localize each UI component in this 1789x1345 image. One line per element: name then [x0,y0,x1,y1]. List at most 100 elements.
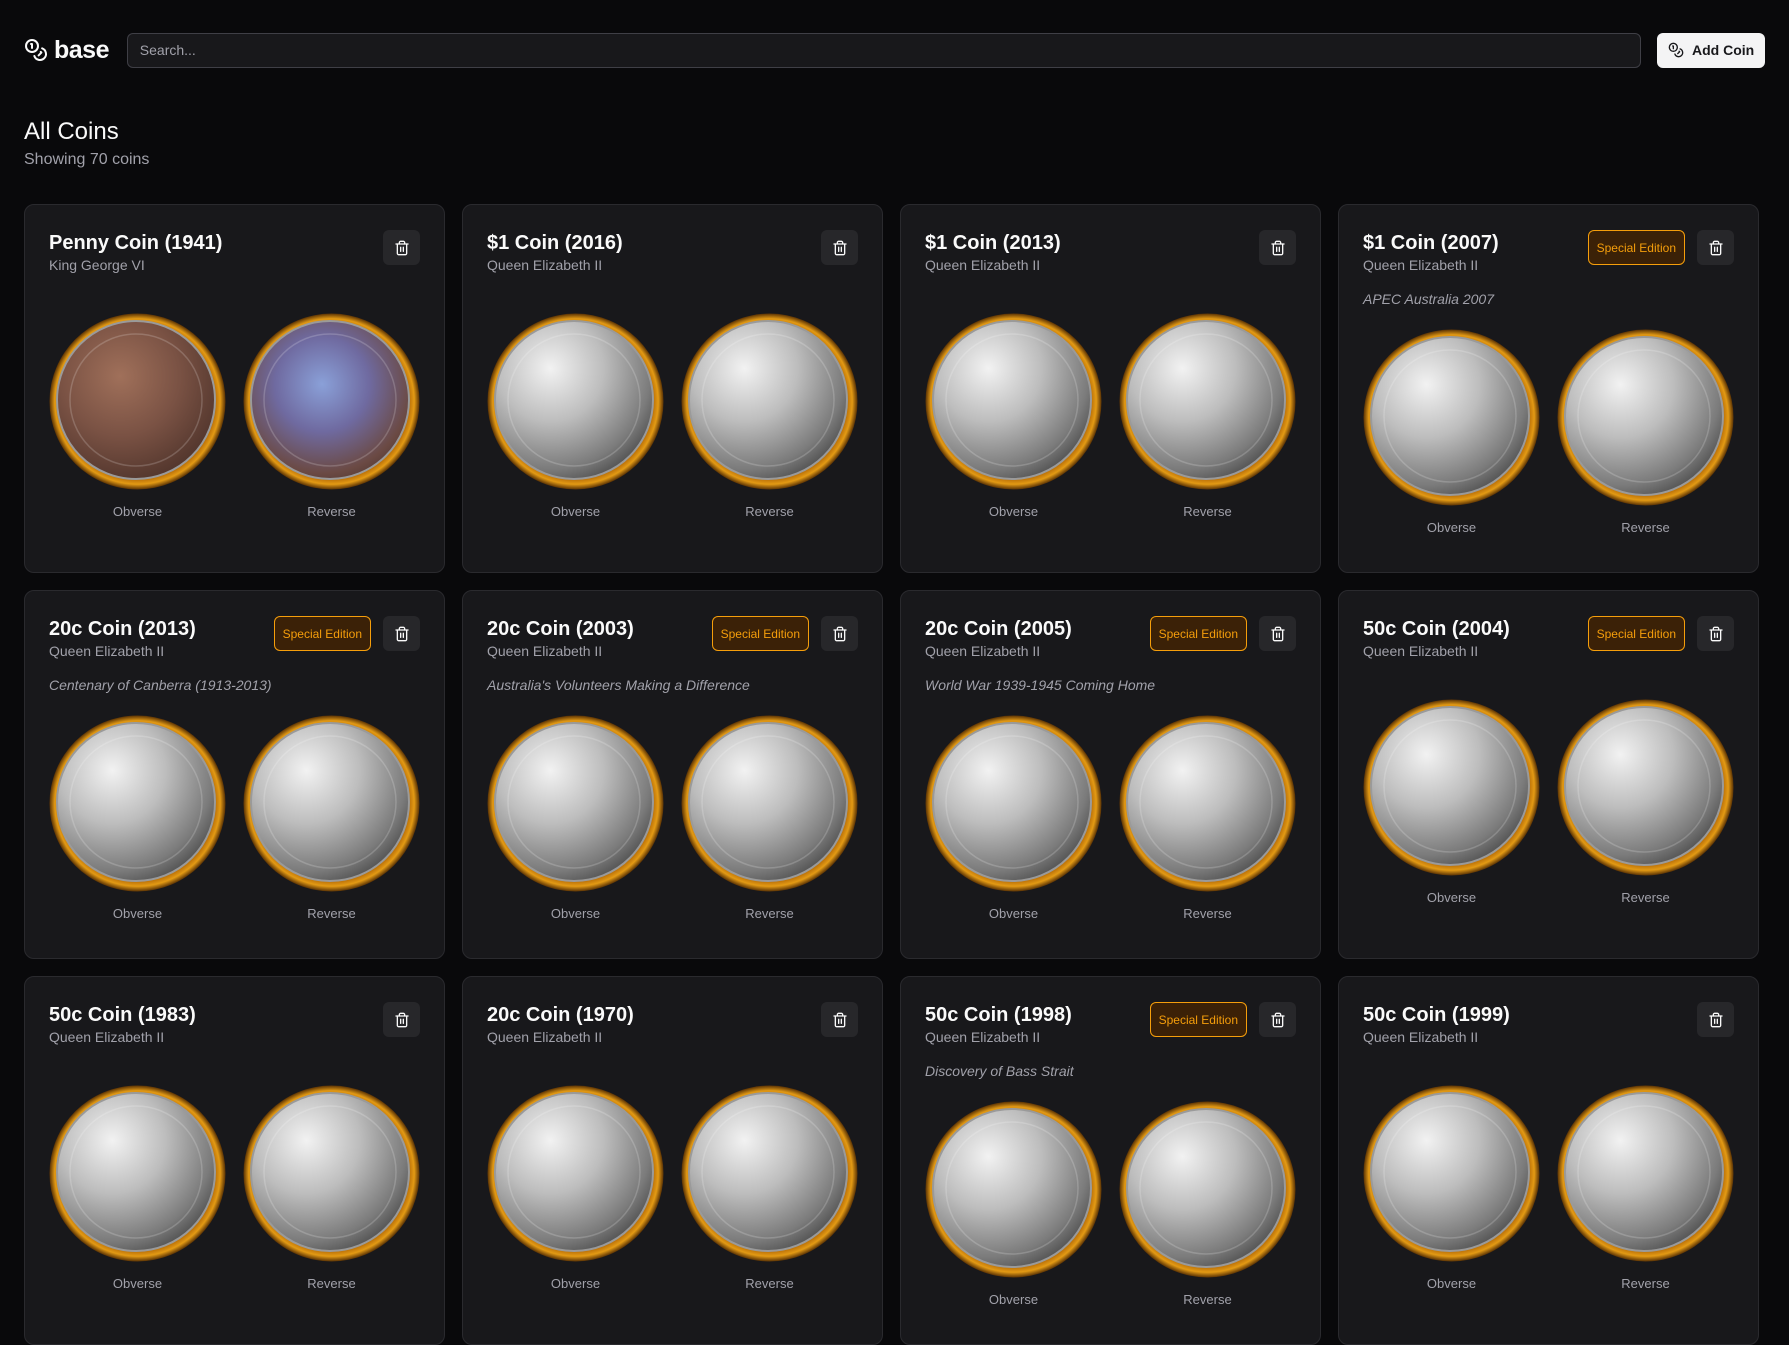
logo-text: base [54,35,109,64]
delete-button[interactable] [1697,1002,1734,1037]
obverse-image[interactable] [925,1101,1102,1278]
obverse-label: Obverse [1426,1276,1477,1291]
special-edition-badge: Special Edition [1149,1002,1247,1037]
reverse-column: Reverse [1557,329,1734,535]
trash-icon [832,626,847,641]
coin-title: Penny Coin (1941) [49,232,223,254]
trash-icon [1708,626,1723,641]
coin-card[interactable]: 50c Coin (1983) Queen Elizabeth II Obver… [24,976,445,1345]
coin-card[interactable]: Penny Coin (1941) King George VI Obverse… [24,204,445,573]
delete-button[interactable] [821,616,858,651]
reverse-column: Reverse [681,313,858,519]
obverse-image[interactable] [1363,329,1540,506]
coin-card[interactable]: 20c Coin (2005) Queen Elizabeth II Speci… [900,590,1321,959]
reverse-image[interactable] [1557,699,1734,876]
trash-icon [1270,626,1285,641]
obverse-label: Obverse [550,504,601,519]
coin-card[interactable]: 50c Coin (2004) Queen Elizabeth II Speci… [1338,590,1759,959]
coin-note: World War 1939-1945 Coming Home [925,677,1156,693]
reverse-image[interactable] [681,313,858,490]
trash-icon [1708,1012,1723,1027]
delete-button[interactable] [1259,230,1296,265]
delete-button[interactable] [1697,616,1734,651]
coin-card[interactable]: 20c Coin (1970) Queen Elizabeth II Obver… [462,976,883,1345]
reverse-image[interactable] [681,715,858,892]
delete-button[interactable] [1697,230,1734,265]
reverse-image[interactable] [243,1085,420,1262]
coin-monarch: Queen Elizabeth II [487,257,603,273]
page-title: All Coins [24,118,119,145]
trash-icon [394,1012,409,1027]
reverse-image[interactable] [1557,329,1734,506]
obverse-image[interactable] [49,715,226,892]
logo[interactable]: base [24,36,117,65]
obverse-column: Obverse [487,715,664,921]
reverse-image[interactable] [1119,313,1296,490]
delete-button[interactable] [383,230,420,265]
special-edition-badge: Special Edition [273,616,371,651]
coin-card[interactable]: $1 Coin (2016) Queen Elizabeth II Obvers… [462,204,883,573]
coin-count: Showing 70 coins [24,151,150,168]
obverse-image[interactable] [487,715,664,892]
delete-button[interactable] [1259,1002,1296,1037]
reverse-label: Reverse [1183,1292,1232,1307]
obverse-image[interactable] [49,313,226,490]
coin-monarch: Queen Elizabeth II [925,257,1041,273]
reverse-image[interactable] [1119,1101,1296,1278]
coin-images: Obverse Reverse [49,313,420,519]
reverse-label: Reverse [1183,906,1232,921]
reverse-column: Reverse [1557,699,1734,905]
obverse-image[interactable] [1363,1085,1540,1262]
reverse-column: Reverse [243,313,420,519]
delete-button[interactable] [383,1002,420,1037]
coin-icon [243,1085,420,1262]
coin-images: Obverse Reverse [1363,329,1734,535]
coin-icon [1363,329,1540,506]
delete-button[interactable] [821,230,858,265]
coin-images: Obverse Reverse [1363,699,1734,905]
obverse-image[interactable] [487,313,664,490]
delete-button[interactable] [1259,616,1296,651]
coin-images: Obverse Reverse [925,313,1296,519]
delete-button[interactable] [383,616,420,651]
obverse-column: Obverse [925,1101,1102,1307]
coin-images: Obverse Reverse [487,313,858,519]
reverse-image[interactable] [1557,1085,1734,1262]
coin-card[interactable]: $1 Coin (2007) Queen Elizabeth II Specia… [1338,204,1759,573]
reverse-column: Reverse [681,1085,858,1291]
obverse-column: Obverse [1363,1085,1540,1291]
obverse-label: Obverse [988,504,1039,519]
coin-icon [925,1101,1102,1278]
add-coin-button[interactable]: Add Coin [1657,32,1765,68]
reverse-image[interactable] [243,313,420,490]
obverse-image[interactable] [487,1085,664,1262]
obverse-image[interactable] [49,1085,226,1262]
obverse-label: Obverse [988,906,1039,921]
search-input[interactable] [126,32,1642,68]
coin-icon [681,715,858,892]
obverse-image[interactable] [925,715,1102,892]
delete-button[interactable] [821,1002,858,1037]
coin-card[interactable]: 20c Coin (2003) Queen Elizabeth II Speci… [462,590,883,959]
coin-card[interactable]: 50c Coin (1998) Queen Elizabeth II Speci… [900,976,1321,1345]
coin-images: Obverse Reverse [487,1085,858,1291]
reverse-image[interactable] [681,1085,858,1262]
reverse-label: Reverse [307,1276,356,1291]
coin-note: APEC Australia 2007 [1363,291,1494,307]
obverse-image[interactable] [925,313,1102,490]
reverse-label: Reverse [1621,890,1670,905]
obverse-column: Obverse [1363,699,1540,905]
reverse-image[interactable] [243,715,420,892]
obverse-label: Obverse [1426,520,1477,535]
coin-icon [1363,699,1540,876]
coin-title: $1 Coin (2016) [487,232,623,254]
reverse-image[interactable] [1119,715,1296,892]
coin-icon [1557,329,1734,506]
coin-icon [925,715,1102,892]
obverse-image[interactable] [1363,699,1540,876]
coin-card[interactable]: 20c Coin (2013) Queen Elizabeth II Speci… [24,590,445,959]
coin-icon [681,313,858,490]
coin-note: Australia's Volunteers Making a Differen… [487,677,750,693]
coin-card[interactable]: $1 Coin (2013) Queen Elizabeth II Obvers… [900,204,1321,573]
coin-card[interactable]: 50c Coin (1999) Queen Elizabeth II Obver… [1338,976,1759,1345]
